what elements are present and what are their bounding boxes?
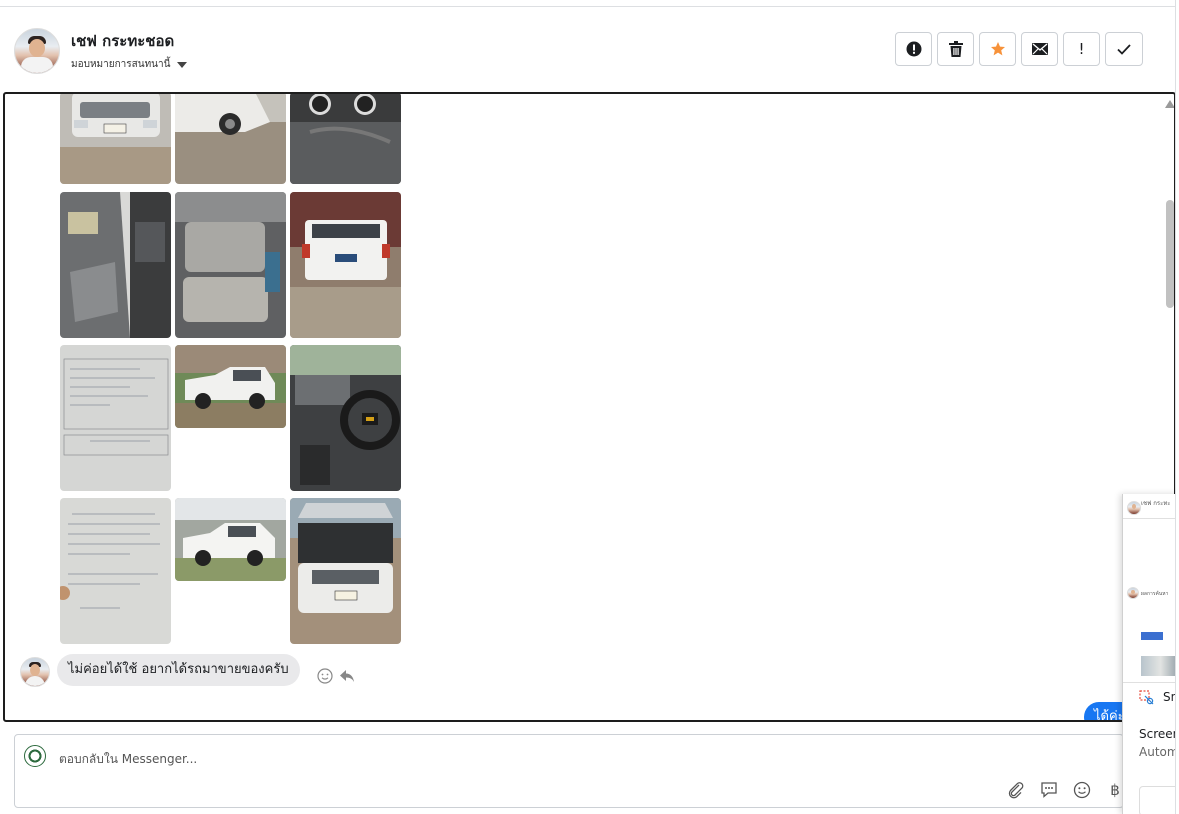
document-photo <box>60 498 171 644</box>
truck-side-photo <box>175 498 286 581</box>
mark-unread-button[interactable] <box>1021 32 1058 66</box>
page-logo-icon <box>24 745 46 767</box>
assign-conversation-dropdown[interactable]: มอบหมายการสนทนานี้ <box>71 57 188 72</box>
truck-side-photo <box>175 345 286 428</box>
reply-button[interactable] <box>339 668 355 687</box>
envelope-icon <box>1031 43 1048 55</box>
smiley-icon <box>317 668 333 684</box>
contact-avatar[interactable] <box>14 28 60 74</box>
attachment-image[interactable] <box>290 94 401 184</box>
attachment-image[interactable] <box>290 192 401 338</box>
snip-thumb-label: ผลการค้นหา <box>1141 591 1169 597</box>
attachment-image[interactable] <box>175 345 286 428</box>
attachment-image[interactable] <box>175 94 286 184</box>
scroll-up-arrow-icon[interactable] <box>1165 100 1174 108</box>
snip-thumb-image <box>1141 656 1179 676</box>
react-button[interactable] <box>317 668 333 688</box>
snip-divider <box>1123 518 1179 519</box>
snipping-tool-overlay[interactable]: เชฟ กระทะ ผลการค้นหา Sni Screen Autom <box>1122 494 1179 814</box>
alert-circle-icon <box>906 41 921 57</box>
snip-heading: Screen <box>1139 727 1179 741</box>
attachment-image[interactable] <box>175 192 286 338</box>
car-angle-photo <box>175 94 286 184</box>
door-interior-photo <box>60 192 171 338</box>
attachment-image[interactable] <box>175 498 286 581</box>
checkmark-icon <box>1117 43 1131 55</box>
attachment-image[interactable] <box>60 192 171 338</box>
message-bubble[interactable]: ไม่ค่อยได้ใช้ อยากได้รถมาขายของครับ <box>57 654 300 686</box>
snip-thumb-name: เชฟ กระทะ <box>1141 500 1171 507</box>
snip-thumb-image <box>1141 632 1163 640</box>
chat-bubble-icon <box>1041 782 1057 798</box>
header-actions: ! <box>895 32 1143 66</box>
assign-label: มอบหมายการสนทนานี้ <box>71 59 171 70</box>
engine-bay-photo <box>290 498 401 644</box>
conversation-header: เชฟ กระทะชอด มอบหมายการสนทนานี้ ! <box>0 7 1175 91</box>
smiley-icon <box>1073 781 1091 799</box>
snip-thumb-avatar <box>1127 587 1139 599</box>
attachment-image[interactable] <box>60 345 171 491</box>
message-thread[interactable]: ไม่ค่อยได้ใช้ อยากได้รถมาขายของครับ ได้ค… <box>3 92 1176 722</box>
star-button[interactable] <box>979 32 1016 66</box>
car-front-photo <box>60 94 171 184</box>
mark-done-button[interactable] <box>1105 32 1143 66</box>
baht-icon: ฿ <box>1110 781 1120 799</box>
trash-icon <box>948 41 963 57</box>
steering-wheel-photo <box>290 345 401 491</box>
attachment-image[interactable] <box>60 94 171 184</box>
delete-button[interactable] <box>937 32 974 66</box>
emoji-button[interactable] <box>1071 779 1093 801</box>
snip-thumb-avatar <box>1127 501 1141 515</box>
saved-replies-button[interactable] <box>1038 779 1060 801</box>
mark-important-button[interactable]: ! <box>1063 32 1100 66</box>
top-divider <box>0 0 1179 7</box>
exclamation-icon: ! <box>1078 40 1085 58</box>
caret-down-icon <box>177 61 188 68</box>
snip-action-button[interactable] <box>1139 786 1179 814</box>
window-right-edge <box>1175 0 1179 814</box>
reply-composer[interactable]: ตอบกลับใน Messenger... ฿ <box>14 734 1124 808</box>
dashboard-photo <box>290 94 401 184</box>
snip-subheading: Autom <box>1139 745 1179 759</box>
scissors-icon <box>1139 690 1154 705</box>
document-photo <box>60 345 171 491</box>
attachment-image[interactable] <box>60 498 171 644</box>
report-spam-button[interactable] <box>895 32 932 66</box>
scrollbar-thumb[interactable] <box>1166 200 1174 308</box>
attach-button[interactable] <box>1005 779 1027 801</box>
star-icon <box>990 42 1005 56</box>
rear-seat-photo <box>175 192 286 338</box>
reply-input[interactable]: ตอบกลับใน Messenger... <box>59 750 197 769</box>
attachment-image[interactable] <box>290 345 401 491</box>
truck-rear-photo <box>290 192 401 338</box>
attachment-image[interactable] <box>290 498 401 644</box>
snip-divider <box>1123 682 1179 683</box>
contact-name[interactable]: เชฟ กระทะชอด <box>71 29 174 53</box>
sender-avatar[interactable] <box>20 657 50 687</box>
reply-arrow-icon <box>340 670 354 682</box>
composer-tools: ฿ <box>1005 779 1126 801</box>
paperclip-icon <box>1008 782 1024 799</box>
